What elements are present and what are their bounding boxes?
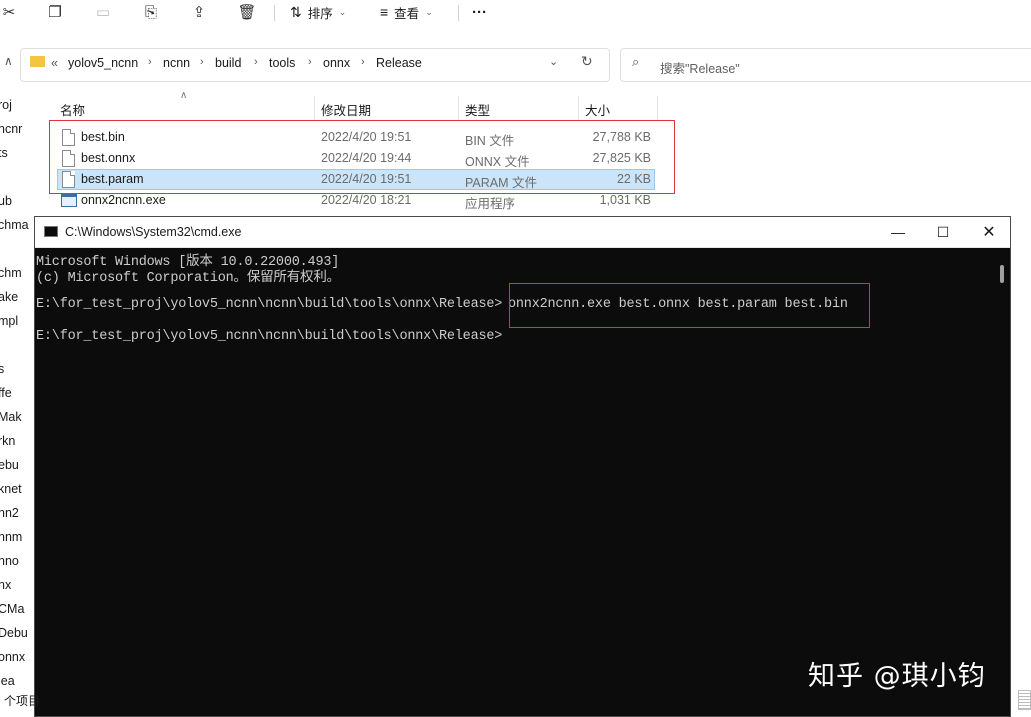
copy-icon[interactable]: ❐ xyxy=(46,3,64,21)
sidebar-item[interactable]: knet xyxy=(0,482,32,496)
sort-ascending-icon: ∧ xyxy=(180,90,188,101)
column-header-size[interactable]: 大小 xyxy=(585,100,610,119)
more-options-button[interactable]: ··· xyxy=(472,3,487,21)
address-history-chevron-icon[interactable]: ⌄ xyxy=(549,55,558,68)
sidebar-item[interactable]: ake xyxy=(0,290,32,304)
cmd-window[interactable]: C:\Windows\System32\cmd.exe — ☐ ✕ Micros… xyxy=(34,216,1011,717)
folder-icon xyxy=(30,56,45,67)
sidebar-item[interactable]: ebu xyxy=(0,458,32,472)
cmd-scrollbar[interactable] xyxy=(1000,265,1004,283)
breadcrumb-build[interactable]: build xyxy=(215,56,241,70)
cmd-titlebar[interactable]: C:\Windows\System32\cmd.exe — ☐ ✕ xyxy=(35,217,1010,248)
paste-icon[interactable]: ▭ xyxy=(94,3,112,21)
chevron-down-icon: ⌄ xyxy=(425,6,433,17)
file-name: onnx2ncnn.exe xyxy=(81,193,166,207)
application-icon xyxy=(61,193,77,207)
console-prompt: E:\for_test_proj\yolov5_ncnn\ncnn\build\… xyxy=(36,297,503,312)
sort-label: 排序 xyxy=(307,6,333,21)
column-header-modified[interactable]: 修改日期 xyxy=(321,100,371,119)
file-size: 1,031 KB xyxy=(599,193,651,207)
breadcrumb-overflow[interactable]: « xyxy=(51,56,58,70)
sidebar-item[interactable]: roj xyxy=(0,98,32,112)
delete-icon[interactable]: 🗑 xyxy=(237,3,256,21)
cut-icon[interactable]: ✂ xyxy=(0,3,18,21)
sidebar-item[interactable]: nno xyxy=(0,554,32,568)
sidebar-item[interactable]: Mak xyxy=(0,410,32,424)
sidebar-item[interactable]: Debu xyxy=(0,626,32,640)
search-icon: ⌕ xyxy=(632,54,640,69)
chevron-down-icon: ⌄ xyxy=(338,6,347,17)
file-type: 应用程序 xyxy=(465,197,516,211)
breadcrumb-onnx[interactable]: onnx xyxy=(323,56,350,70)
column-divider[interactable] xyxy=(578,96,579,120)
cmd-title: C:\Windows\System32\cmd.exe xyxy=(65,225,242,239)
view-toggle-icon[interactable] xyxy=(1018,690,1031,710)
chevron-right-icon: › xyxy=(361,56,365,68)
sidebar-item[interactable]: mpl xyxy=(0,314,32,328)
sidebar-item[interactable]: ncnr xyxy=(0,122,32,136)
status-item-count: 个项目 xyxy=(4,694,41,708)
highlight-box-command xyxy=(509,283,870,328)
sort-icon: ⇅ xyxy=(290,3,302,20)
sidebar-item[interactable]: s xyxy=(0,362,32,376)
breadcrumb-ncnn[interactable]: ncnn xyxy=(163,56,190,70)
sidebar-item[interactable]: onnx xyxy=(0,650,32,664)
view-button[interactable]: ≡ 查看 ⌄ xyxy=(380,3,433,21)
scroll-up-icon[interactable]: ∧ xyxy=(4,54,13,68)
view-label: 查看 xyxy=(394,6,420,21)
sidebar-item[interactable]: ub xyxy=(0,194,32,208)
view-icon: ≡ xyxy=(380,4,389,20)
command-bar: ✂ ❐ ▭ ⎘ ⇪ 🗑 ⇅ 排序 ⌄ ≡ 查看 ⌄ ··· xyxy=(0,0,1031,26)
chevron-right-icon: › xyxy=(200,56,204,68)
console-line: (c) Microsoft Corporation。保留所有权利。 xyxy=(36,271,340,286)
sort-button[interactable]: ⇅ 排序 ⌄ xyxy=(290,3,346,21)
column-header-type[interactable]: 类型 xyxy=(465,100,490,119)
breadcrumb-tools[interactable]: tools xyxy=(269,56,295,70)
sidebar-item[interactable]: nx xyxy=(0,578,32,592)
console-prompt: E:\for_test_proj\yolov5_ncnn\ncnn\build\… xyxy=(36,329,503,344)
navigation-pane xyxy=(0,90,28,717)
rename-icon[interactable]: ⎘ xyxy=(142,3,160,21)
file-modified: 2022/4/20 18:21 xyxy=(321,193,412,207)
breadcrumb-yolov5-ncnn[interactable]: yolov5_ncnn xyxy=(68,56,138,70)
column-divider[interactable] xyxy=(314,96,315,120)
refresh-icon[interactable]: ↻ xyxy=(581,53,593,70)
close-icon[interactable]: ✕ xyxy=(978,221,1000,243)
search-placeholder[interactable]: 搜索"Release" xyxy=(660,58,740,77)
highlight-box-files xyxy=(49,120,675,194)
watermark: 知乎 @琪小钧 xyxy=(808,661,986,692)
share-icon[interactable]: ⇪ xyxy=(190,3,208,21)
column-divider[interactable] xyxy=(458,96,459,120)
sidebar-item[interactable]: ffe xyxy=(0,386,32,400)
sidebar-item[interactable]: nnm xyxy=(0,530,32,544)
column-header-name[interactable]: 名称 xyxy=(60,100,85,119)
column-divider[interactable] xyxy=(657,96,658,120)
address-row: ∧ « yolov5_ncnn › ncnn › build › tools ›… xyxy=(0,40,1031,90)
sidebar-item[interactable]: chm xyxy=(0,266,32,280)
cmd-icon xyxy=(44,226,58,237)
minimize-icon[interactable]: — xyxy=(887,221,909,243)
sidebar-item[interactable]: CMa xyxy=(0,602,32,616)
maximize-icon[interactable]: ☐ xyxy=(932,221,954,243)
sidebar-item[interactable]: lea xyxy=(0,674,32,688)
toolbar-divider xyxy=(458,5,459,21)
toolbar-divider xyxy=(274,5,275,21)
chevron-right-icon: › xyxy=(308,56,312,68)
chevron-right-icon: › xyxy=(254,56,258,68)
sidebar-item[interactable]: chma xyxy=(0,218,32,232)
chevron-right-icon: › xyxy=(148,56,152,68)
breadcrumb-release[interactable]: Release xyxy=(376,56,422,70)
sidebar-item[interactable]: rkn xyxy=(0,434,32,448)
sidebar-item[interactable]: nn2 xyxy=(0,506,32,520)
sidebar-item[interactable]: ts xyxy=(0,146,32,160)
